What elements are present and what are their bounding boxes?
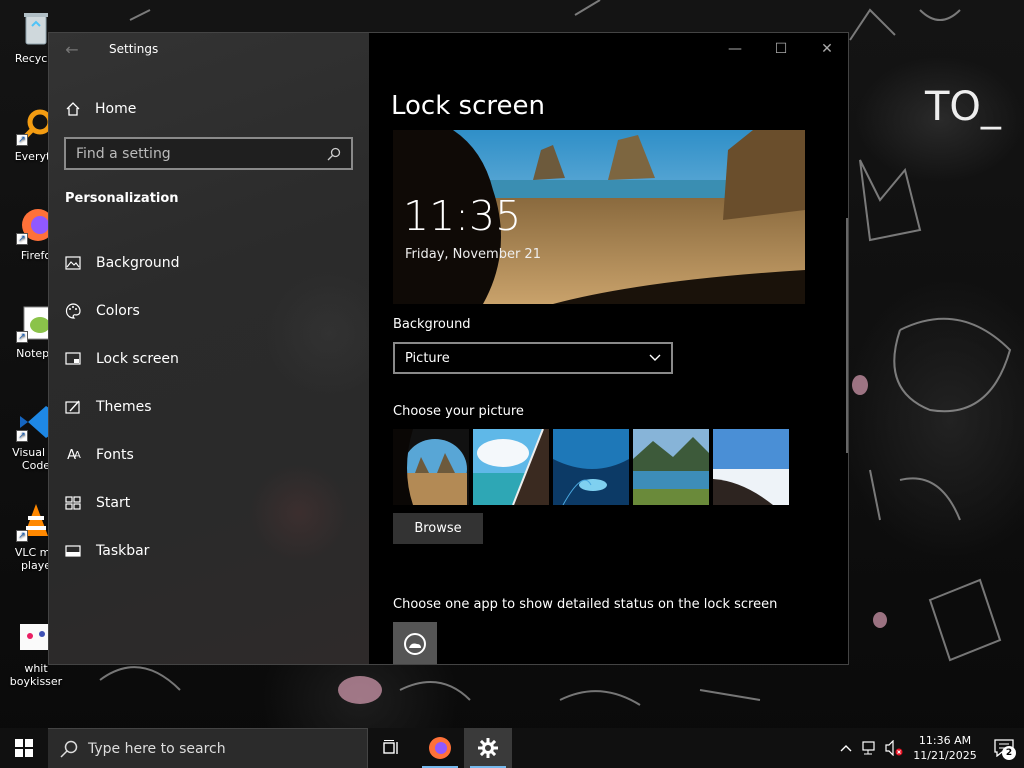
search-icon <box>60 740 78 758</box>
picture-thumbnails <box>393 429 789 505</box>
gear-icon <box>478 738 498 758</box>
network-button[interactable] <box>858 728 882 768</box>
sidebar-item-label: Colors <box>96 303 140 319</box>
chevron-up-icon <box>840 745 852 752</box>
settings-window: ← Settings Home Personalization Backgrou… <box>48 32 849 665</box>
close-icon: ✕ <box>821 41 833 57</box>
sidebar-item-label: Taskbar <box>96 543 150 559</box>
picture-thumbnail-4[interactable] <box>633 429 709 505</box>
taskbar-settings-button[interactable] <box>464 728 512 768</box>
maximize-button[interactable]: ☐ <box>758 33 804 65</box>
task-view-button[interactable] <box>368 728 416 768</box>
taskbar: Type here to search 11:36 AM 11/21/2025 … <box>0 728 1024 768</box>
home-label: Home <box>95 101 137 117</box>
sidebar-item-label: Start <box>96 495 131 511</box>
personalization-nav: Background Colors Lock screen Themes AA … <box>49 239 369 575</box>
choose-picture-label: Choose your picture <box>393 404 524 419</box>
picture-thumbnail-3[interactable] <box>553 429 629 505</box>
detailed-status-app-button[interactable] <box>393 622 437 664</box>
taskbar-search-placeholder: Type here to search <box>88 740 226 757</box>
background-dropdown-value: Picture <box>405 350 450 366</box>
volume-muted-icon <box>885 740 903 756</box>
detailed-status-label: Choose one app to show detailed status o… <box>393 597 778 612</box>
system-tray: 11:36 AM 11/21/2025 2 <box>834 728 1024 768</box>
palette-icon <box>65 303 81 319</box>
sidebar-item-background[interactable]: Background <box>49 239 369 287</box>
sidebar-item-colors[interactable]: Colors <box>49 287 369 335</box>
desktop-icon-label: Firefo <box>20 249 52 262</box>
weather-app-icon <box>404 633 426 655</box>
window-controls: — ☐ ✕ <box>712 33 848 65</box>
search-icon[interactable] <box>327 147 341 161</box>
close-button[interactable]: ✕ <box>804 33 848 65</box>
page-title: Lock screen <box>391 91 545 121</box>
settings-content: — ☐ ✕ Lock screen 11:35 Friday, November… <box>369 33 848 664</box>
themes-icon <box>65 399 81 415</box>
action-center-button[interactable]: 2 <box>984 728 1024 768</box>
home-nav-item[interactable]: Home <box>49 91 369 127</box>
wallpaper-text: TO_ <box>924 84 1002 130</box>
lock-screen-icon <box>65 351 81 367</box>
fonts-icon: AA <box>67 447 81 463</box>
sidebar-item-label: Background <box>96 255 180 271</box>
find-setting-search[interactable] <box>64 137 353 170</box>
lock-screen-preview: 11:35 Friday, November 21 <box>393 130 805 304</box>
notification-count-badge: 2 <box>1002 746 1016 760</box>
show-hidden-icons-button[interactable] <box>834 728 858 768</box>
sidebar-item-taskbar[interactable]: Taskbar <box>49 527 369 575</box>
desktop-icon-label: whit boykisser <box>9 662 63 688</box>
sidebar-item-label: Themes <box>96 399 152 415</box>
clock-time: 11:36 AM <box>918 734 972 747</box>
settings-sidebar: ← Settings Home Personalization Backgrou… <box>49 33 369 664</box>
windows-logo-icon <box>15 739 33 757</box>
browse-button[interactable]: Browse <box>393 513 483 544</box>
minimize-icon: — <box>728 41 742 57</box>
maximize-icon: ☐ <box>774 41 788 57</box>
back-button[interactable]: ← <box>49 33 95 65</box>
app-title: Settings <box>109 42 159 56</box>
taskbar-search-box[interactable]: Type here to search <box>48 728 368 768</box>
section-heading: Personalization <box>65 191 179 206</box>
preview-time: 11:35 <box>403 192 522 240</box>
title-bar[interactable]: ← Settings <box>49 33 369 65</box>
sidebar-item-label: Lock screen <box>96 351 179 367</box>
start-icon <box>65 495 81 511</box>
start-button[interactable] <box>0 728 48 768</box>
task-view-icon <box>383 740 398 754</box>
volume-button[interactable] <box>882 728 906 768</box>
find-setting-input[interactable] <box>76 145 327 162</box>
clock-date: 11/21/2025 <box>913 749 977 762</box>
picture-thumbnail-2[interactable] <box>473 429 549 505</box>
sidebar-item-themes[interactable]: Themes <box>49 383 369 431</box>
picture-thumbnail-5[interactable] <box>713 429 789 505</box>
chevron-down-icon <box>649 354 661 361</box>
background-dropdown[interactable]: Picture <box>393 342 673 374</box>
sidebar-item-start[interactable]: Start <box>49 479 369 527</box>
firefox-icon <box>429 737 451 759</box>
home-icon <box>66 102 80 116</box>
sidebar-item-label: Fonts <box>96 447 134 463</box>
sidebar-item-fonts[interactable]: AA Fonts <box>49 431 369 479</box>
preview-date: Friday, November 21 <box>405 247 541 262</box>
picture-thumbnail-1[interactable] <box>393 429 469 505</box>
back-arrow-icon: ← <box>65 39 79 59</box>
taskbar-icon <box>65 543 81 559</box>
taskbar-clock[interactable]: 11:36 AM 11/21/2025 <box>906 733 984 763</box>
taskbar-firefox-button[interactable] <box>416 728 464 768</box>
background-label: Background <box>393 317 471 332</box>
content-scrollbar[interactable] <box>846 218 848 453</box>
sidebar-item-lock-screen[interactable]: Lock screen <box>49 335 369 383</box>
minimize-button[interactable]: — <box>712 33 758 65</box>
picture-icon <box>65 255 81 271</box>
network-icon <box>862 741 875 755</box>
